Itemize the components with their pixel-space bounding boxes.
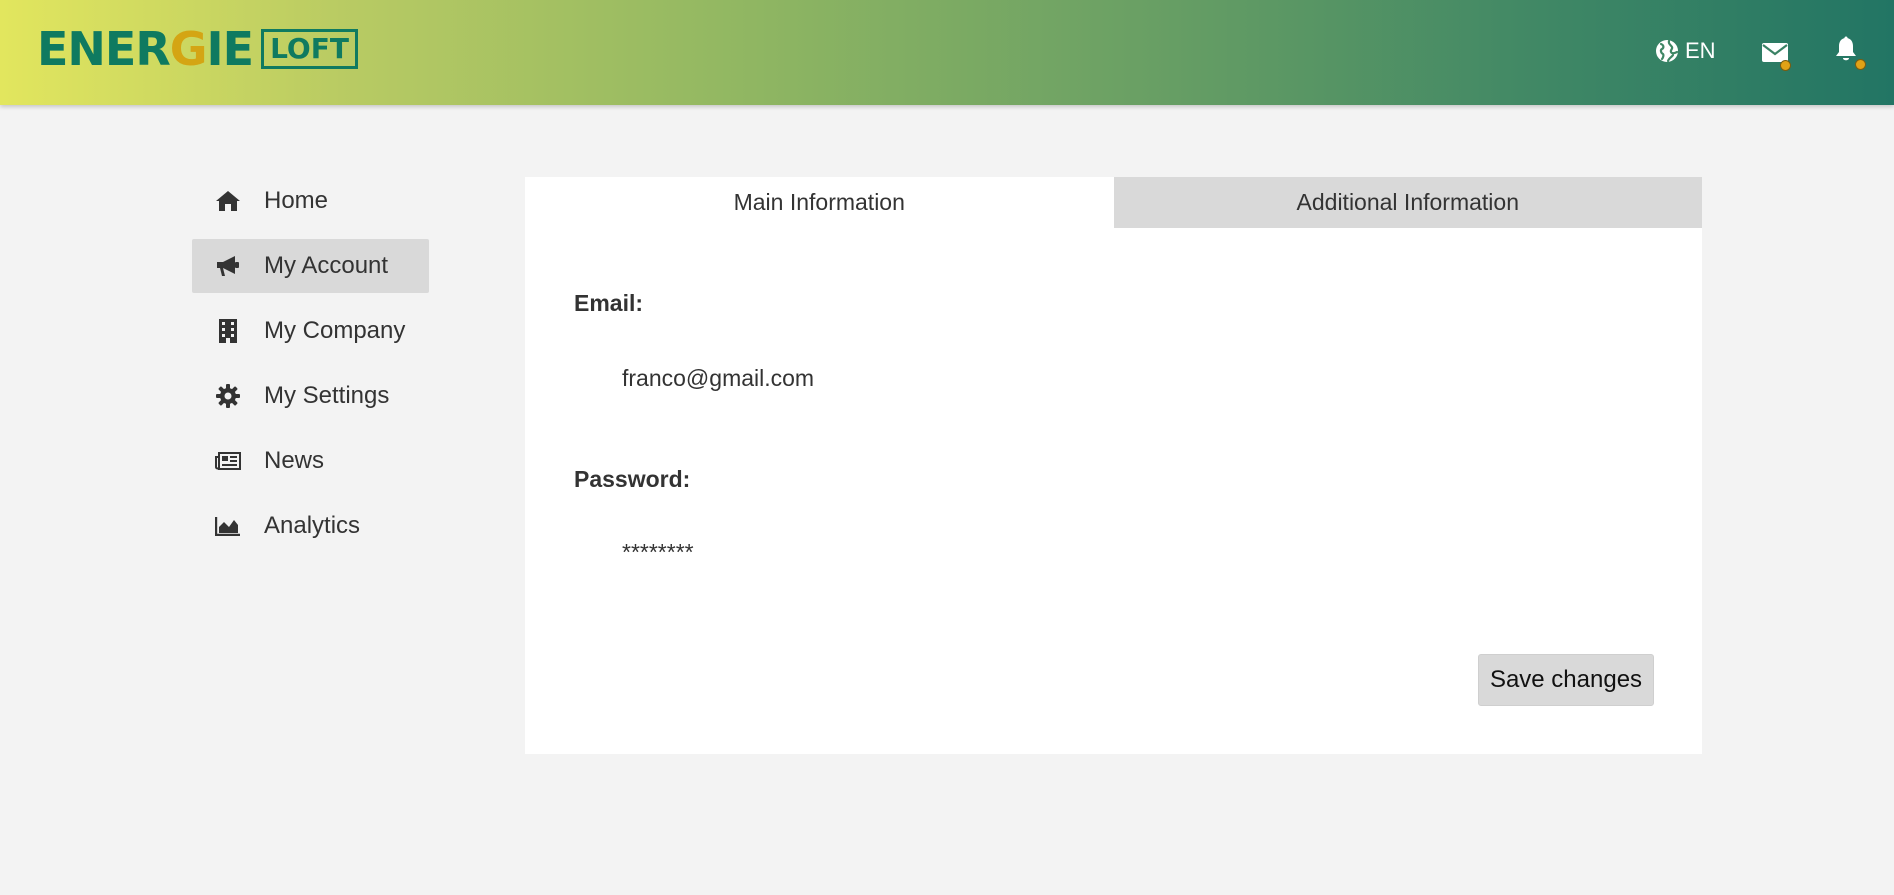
sidebar-item-my-account[interactable]: My Account <box>192 239 429 293</box>
newspaper-icon <box>215 448 241 474</box>
logo-wordmark: ENERGIE <box>37 22 254 76</box>
sidebar-item-news[interactable]: News <box>192 434 429 488</box>
email-label: Email: <box>574 290 644 316</box>
sidebar-item-label: Home <box>264 187 329 214</box>
building-icon <box>215 318 241 344</box>
sidebar-item-label: Analytics <box>264 512 361 539</box>
globe-icon <box>1656 39 1679 63</box>
account-panel: Main Information Additional Information … <box>525 177 1702 754</box>
messages-button[interactable] <box>1761 38 1793 71</box>
sidebar-item-my-company[interactable]: My Company <box>192 304 429 358</box>
notifications-button[interactable] <box>1834 36 1866 70</box>
account-tabs: Main Information Additional Information <box>525 177 1702 228</box>
sidebar-item-home[interactable]: Home <box>192 174 429 228</box>
sidebar-nav: Home My Account My Company My Settings N… <box>192 174 429 564</box>
sidebar-item-analytics[interactable]: Analytics <box>192 499 429 553</box>
energie-loft-logo[interactable]: ENERGIE LOFT <box>37 24 358 74</box>
language-label: EN <box>1685 38 1716 63</box>
sidebar-item-label: News <box>264 447 325 474</box>
home-icon <box>215 188 241 214</box>
gear-icon <box>215 383 241 409</box>
sidebar-item-label: My Settings <box>264 382 390 409</box>
megaphone-icon <box>215 253 241 279</box>
notifications-badge <box>1855 59 1866 70</box>
password-label: Password: <box>574 466 691 492</box>
top-header: ENERGIE LOFT EN <box>0 0 1894 105</box>
area-chart-icon <box>215 513 241 539</box>
language-selector[interactable]: EN <box>1655 38 1716 64</box>
tab-main-information[interactable]: Main Information <box>525 177 1114 228</box>
sidebar-item-label: My Company <box>264 317 406 344</box>
password-field[interactable] <box>622 539 1222 566</box>
messages-badge <box>1780 60 1791 71</box>
sidebar-item-my-settings[interactable]: My Settings <box>192 369 429 423</box>
email-field[interactable] <box>622 365 1222 392</box>
tab-additional-information[interactable]: Additional Information <box>1113 177 1702 228</box>
bell-icon <box>1836 36 1856 61</box>
sidebar-item-label: My Account <box>264 252 389 279</box>
logo-box: LOFT <box>261 29 358 69</box>
save-changes-button[interactable]: Save changes <box>1478 654 1654 706</box>
